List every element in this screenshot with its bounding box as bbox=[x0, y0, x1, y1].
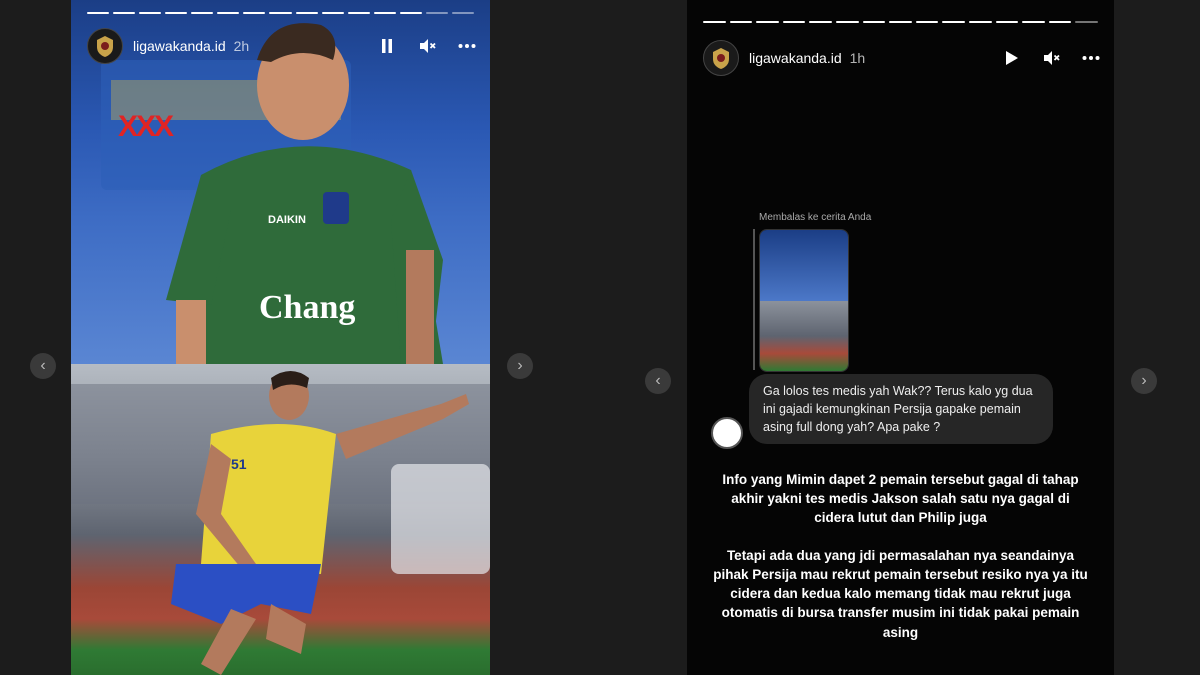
player-number: 51 bbox=[231, 456, 247, 472]
account-avatar-right[interactable] bbox=[703, 40, 739, 76]
reply-message-bubble: Ga lolos tes medis yah Wak?? Terus kalo … bbox=[749, 374, 1053, 445]
jersey-sponsor-chang: Chang bbox=[259, 289, 355, 326]
sender-avatar[interactable] bbox=[711, 417, 743, 449]
muted-speaker-icon bbox=[1044, 51, 1060, 65]
post-time-right: 1h bbox=[849, 50, 866, 66]
story-left[interactable]: DAIKIN Chang XXX 51 ligawakanda.id 2h bbox=[71, 0, 490, 675]
account-avatar[interactable] bbox=[87, 28, 123, 64]
mute-button-right[interactable] bbox=[1040, 47, 1062, 69]
reply-label: Membalas ke cerita Anda bbox=[759, 212, 872, 223]
more-dots-icon bbox=[1082, 56, 1100, 60]
replied-story-thumbnail[interactable] bbox=[759, 229, 849, 372]
play-icon bbox=[1006, 51, 1018, 65]
story-progress-bar-right bbox=[703, 21, 1098, 23]
next-story-button-right[interactable]: › bbox=[1131, 368, 1157, 394]
account-username[interactable]: ligawakanda.id bbox=[133, 38, 226, 54]
account-username-right[interactable]: ligawakanda.id bbox=[749, 50, 842, 66]
chevron-right-icon: › bbox=[1141, 372, 1147, 389]
pause-icon bbox=[382, 39, 392, 53]
muted-speaker-icon bbox=[420, 39, 436, 53]
chevron-right-icon: › bbox=[517, 357, 523, 374]
crest-logo-icon bbox=[713, 48, 729, 69]
story-caption-1: Info yang Mimin dapet 2 pemain tersebut … bbox=[722, 472, 1079, 526]
story-progress-bar bbox=[87, 12, 474, 14]
story-controls-right bbox=[1000, 47, 1102, 69]
story-right[interactable]: ligawakanda.id 1h Membalas ke cerita And… bbox=[687, 0, 1114, 675]
player-yellow-jersey-illustration: 51 bbox=[71, 371, 490, 675]
post-time: 2h bbox=[233, 38, 250, 54]
more-options-button[interactable] bbox=[456, 35, 478, 57]
jersey-sponsor-daikin: DAIKIN bbox=[268, 214, 306, 226]
story-controls bbox=[376, 35, 478, 57]
pause-button[interactable] bbox=[376, 35, 398, 57]
previous-story-button[interactable]: ‹ bbox=[30, 353, 56, 379]
chevron-left-icon: ‹ bbox=[40, 357, 46, 374]
reply-divider-line bbox=[753, 229, 755, 370]
more-dots-icon bbox=[458, 44, 476, 48]
red-x-overlay: XXX bbox=[118, 110, 174, 143]
story-caption-2: Tetapi ada dua yang jdi permasalahan nya… bbox=[713, 548, 1088, 640]
mute-button[interactable] bbox=[416, 35, 438, 57]
chevron-left-icon: ‹ bbox=[655, 372, 661, 389]
story-header-right: ligawakanda.id 1h bbox=[703, 40, 1102, 76]
more-options-button-right[interactable] bbox=[1080, 47, 1102, 69]
player-photo-bottom: 51 bbox=[71, 364, 490, 675]
play-button[interactable] bbox=[1000, 47, 1022, 69]
previous-story-button-right[interactable]: ‹ bbox=[645, 368, 671, 394]
crest-logo-icon bbox=[97, 36, 113, 57]
next-story-button[interactable]: › bbox=[507, 353, 533, 379]
story-header: ligawakanda.id 2h bbox=[87, 28, 478, 64]
